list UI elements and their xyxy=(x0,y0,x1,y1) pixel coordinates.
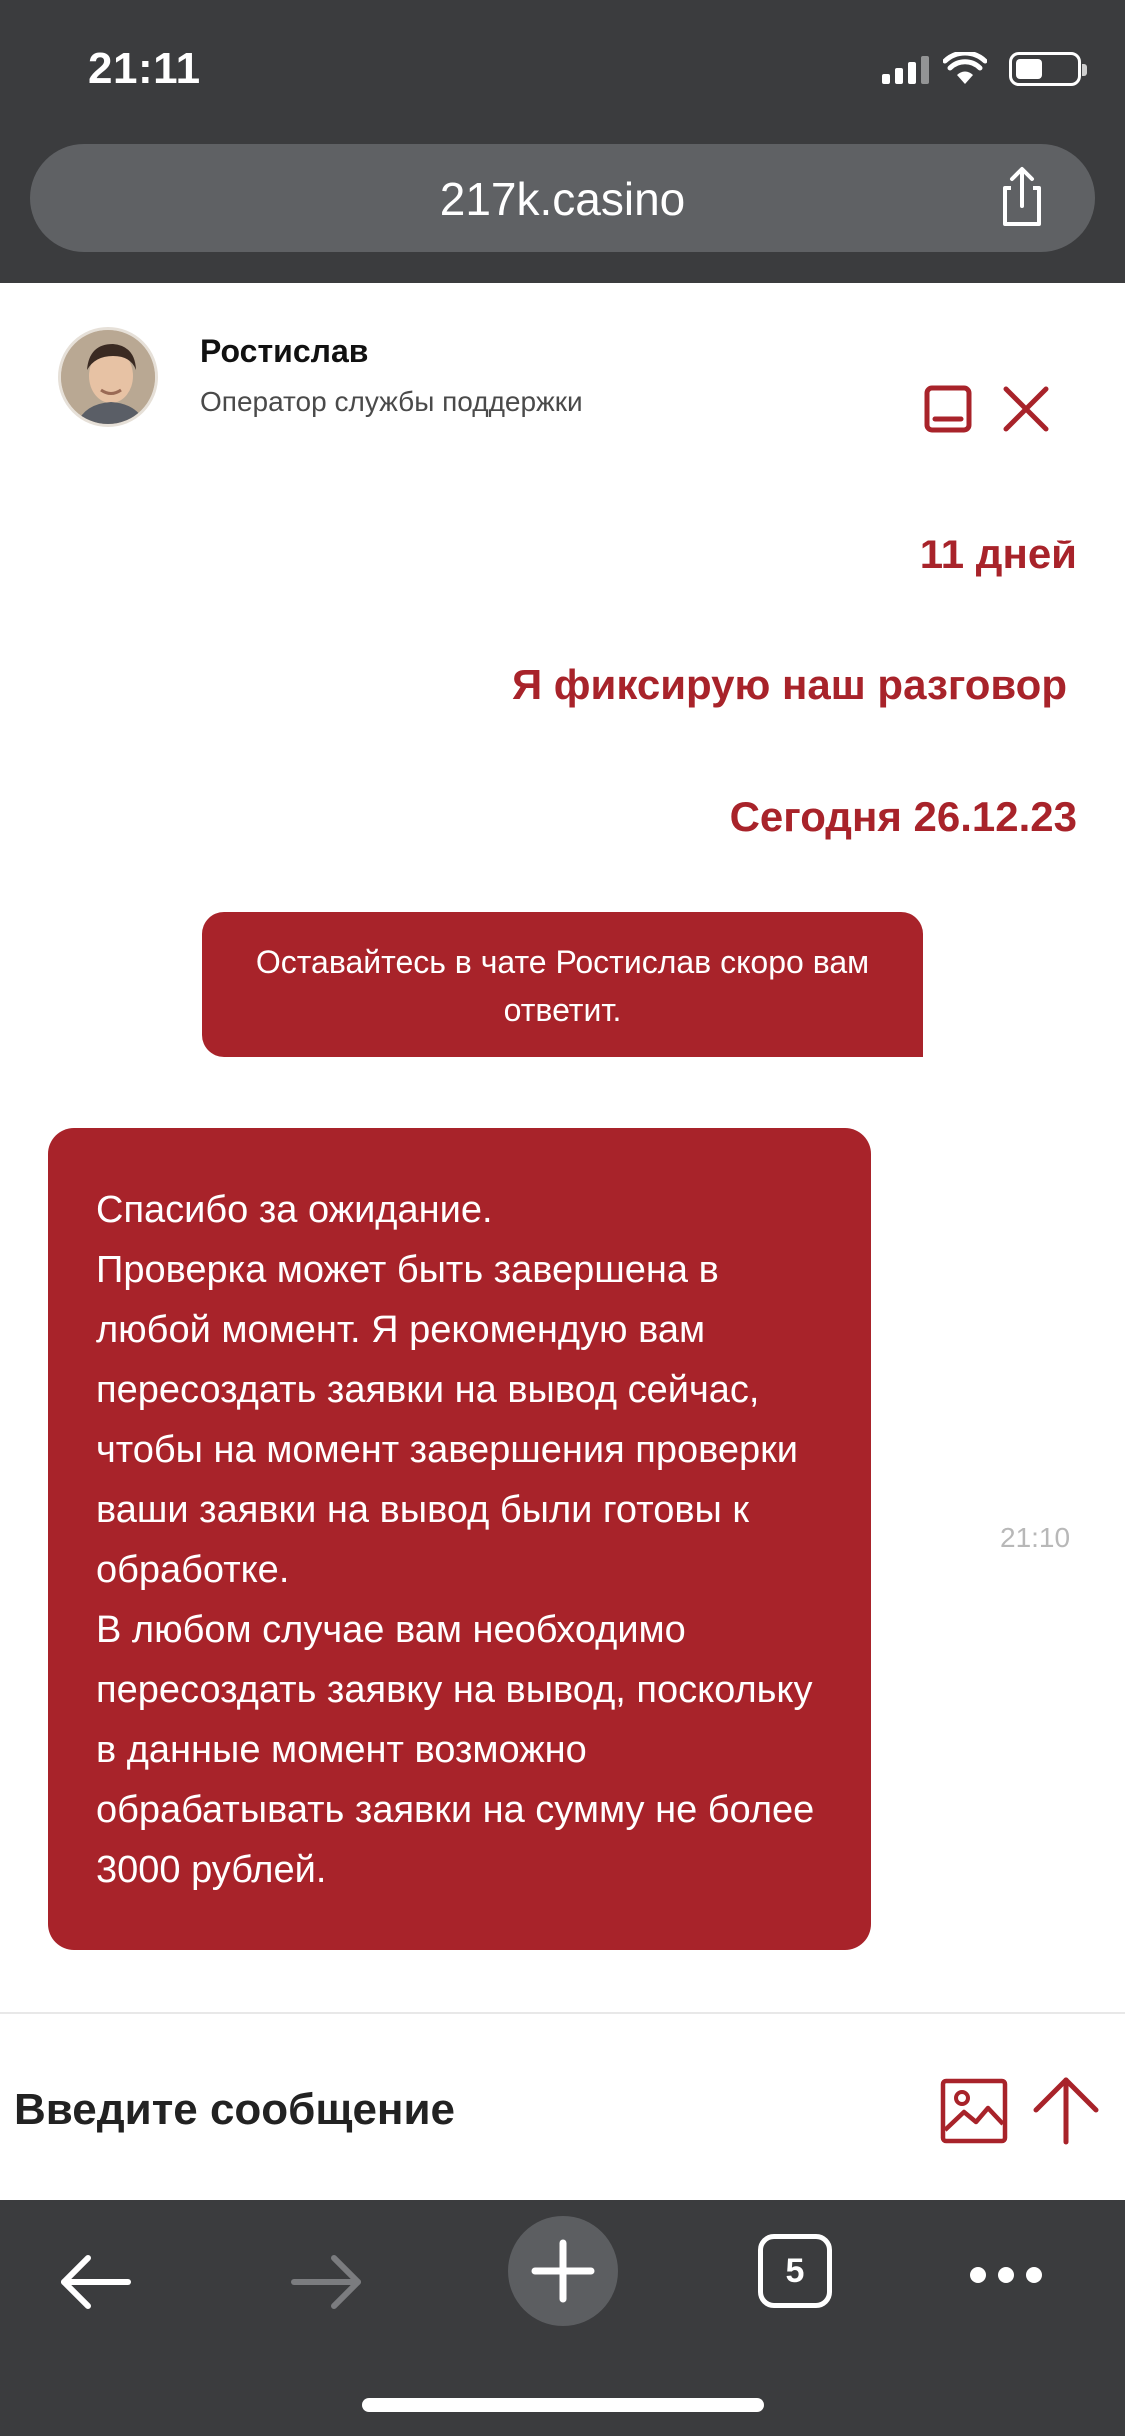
system-days-line: 11 дней xyxy=(919,530,1077,577)
close-icon[interactable] xyxy=(1000,383,1052,435)
operator-avatar xyxy=(58,327,158,427)
url-text: 217k.casino xyxy=(439,173,686,225)
message-timestamp: 21:10 xyxy=(1000,1522,1071,1553)
arrow-right-icon[interactable] xyxy=(290,2252,364,2312)
system-recording-line: Я фиксирую наш разговор xyxy=(511,661,1067,708)
new-tab-button[interactable] xyxy=(508,2216,618,2326)
status-time: 21:11 xyxy=(88,44,201,93)
operator-name: Ростислав xyxy=(200,333,369,369)
url-bar[interactable]: 217k.casino xyxy=(30,144,1095,252)
operator-message-bubble: Спасибо за ожидание. Проверка может быть… xyxy=(48,1128,871,1950)
arrow-left-icon[interactable] xyxy=(58,2252,132,2312)
wifi-icon xyxy=(943,52,987,84)
image-icon[interactable] xyxy=(940,2078,1008,2144)
browser-bottom-toolbar: 5 xyxy=(0,2200,1125,2436)
status-icons xyxy=(882,52,1087,86)
battery-icon xyxy=(1009,52,1087,86)
tabs-button[interactable]: 5 xyxy=(758,2234,832,2308)
chat-header: Ростислав Оператор службы поддержки xyxy=(0,283,1125,453)
minimize-icon[interactable] xyxy=(922,383,974,435)
ellipsis-icon[interactable] xyxy=(970,2250,1050,2300)
operator-photo xyxy=(61,330,155,424)
home-indicator xyxy=(362,2398,764,2412)
cellular-signal-icon xyxy=(882,54,929,84)
input-divider xyxy=(0,2012,1125,2014)
operator-role: Оператор службы поддержки xyxy=(200,386,583,417)
plus-icon xyxy=(531,2239,595,2303)
system-date-line: Сегодня 26.12.23 xyxy=(729,793,1077,840)
share-icon[interactable] xyxy=(989,164,1055,230)
arrow-up-icon[interactable] xyxy=(1030,2074,1102,2146)
info-message-bubble: Оставайтесь в чате Ростислав скоро вам о… xyxy=(202,912,923,1057)
message-input[interactable] xyxy=(14,2075,894,2145)
browser-top-chrome: 21:11 217k.casino xyxy=(0,0,1125,283)
